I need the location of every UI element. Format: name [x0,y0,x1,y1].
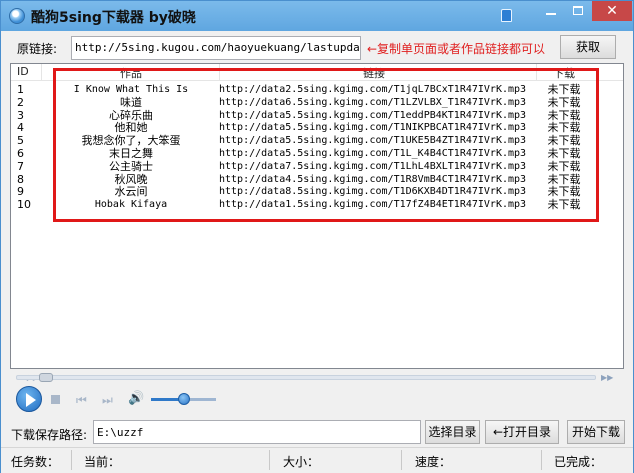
row-link: http://data5.5sing.kgimg.com/T1eddPB4KT1… [219,109,527,121]
row-status: 未下载 [547,159,581,173]
maximize-icon [573,6,583,15]
close-icon: ✕ [606,3,618,19]
volume-icon[interactable]: 🔊 [128,391,144,406]
previous-button[interactable]: ⏮ [76,393,87,408]
column-header-link[interactable]: 链接 [219,65,529,81]
status-done: 已完成： [554,455,603,469]
status-divider [541,450,542,470]
row-status: 未下载 [547,83,581,96]
column-header-name[interactable]: 作品 [56,65,206,81]
table-row[interactable]: 6 末日之舞 http://data5.5sing.kgimg.com/T1L_K4… [11,148,623,160]
table-row[interactable]: 4 他和她 http://data5.5sing.kgimg.com/T1NIKPB… [11,122,623,134]
row-id: 4 [17,121,24,135]
header-divider[interactable] [41,64,42,80]
play-icon [26,393,36,407]
status-bar: 任务数： 当前： 大小： 速度： 已完成： [1,447,633,473]
url-input[interactable]: http://5sing.kugou.com/haoyuekuang/lastu… [71,36,361,60]
row-link: http://data8.5sing.kgimg.com/T1D6KXB4DT1… [219,186,527,198]
row-name: 水云间 [114,185,148,199]
status-divider [269,450,270,470]
window-title: 酷狗5sing下载器 by破晓 [31,10,196,26]
row-status: 未下载 [547,185,581,199]
minimize-icon [546,13,556,15]
row-link: http://data6.5sing.kgimg.com/T1LZVLBX_T1… [219,96,527,108]
next-button[interactable]: ⏭ [102,393,113,408]
row-id: 1 [17,83,24,96]
row-name: 味道 [120,95,142,109]
status-current: 当前： [84,455,121,469]
row-name: 公主骑士 [109,159,153,173]
save-path-input[interactable]: E:\uzzf [93,420,421,444]
row-status: 未下载 [547,108,581,122]
status-divider [71,450,72,470]
row-id: 9 [17,185,24,199]
title-bar[interactable]: 酷狗5sing下载器 by破晓 ✕ [1,1,633,31]
row-link: http://data5.5sing.kgimg.com/T1UKE5B4ZT1… [219,135,527,147]
status-divider [401,450,402,470]
choose-folder-button[interactable]: 选择目录 [425,420,480,444]
maximize-button[interactable] [565,1,591,21]
minimize-button[interactable] [538,1,564,21]
row-link: http://data2.5sing.kgimg.com/T1jqL7BCxT1… [219,84,527,95]
row-status: 未下载 [547,121,581,135]
row-id: 3 [17,108,24,122]
row-name: 末日之舞 [109,147,153,160]
row-name: 他和她 [114,121,148,135]
row-name: 心碎乐曲 [109,108,153,122]
row-status: 未下载 [547,172,581,186]
url-label: 原链接: [17,42,58,56]
url-hint: ←复制单页面或者作品链接都可以 [367,42,546,56]
progress-knob[interactable] [39,373,53,382]
save-path-label: 下载保存路径: [11,428,88,442]
skin-button[interactable] [498,6,514,24]
volume-knob[interactable] [178,393,190,405]
table-row[interactable]: 9 水云间 http://data8.5sing.kgimg.com/T1D6KXB… [11,186,623,198]
status-size: 大小： [283,455,320,469]
table-row[interactable]: 10 Hobak Kifaya http://data1.5sing.kgimg.c… [11,199,623,211]
song-list[interactable]: ID 作品 链接 下载 1 I Know What This Is http://d… [10,63,624,369]
app-icon [9,8,25,24]
progress-track[interactable] [16,375,596,380]
row-id: 5 [17,134,24,148]
row-status: 未下载 [547,198,581,212]
row-name: 秋风晚 [114,172,148,186]
table-row[interactable]: 3 心碎乐曲 http://data5.5sing.kgimg.com/T1eddP… [11,108,623,122]
row-link: http://data5.5sing.kgimg.com/T1L_K4B4CT1… [219,148,527,159]
row-id: 6 [17,147,24,160]
status-tasks: 任务数： [11,455,60,469]
table-row[interactable]: 2 味道 http://data6.5sing.kgimg.com/T1LZVLBX… [11,95,623,109]
table-row[interactable]: 1 I Know What This Is http://data2.5sing.k… [11,84,623,96]
header-divider[interactable] [536,64,537,80]
row-id: 2 [17,95,24,109]
row-name: 我想念你了，大笨蛋 [81,134,181,148]
row-id: 7 [17,159,24,173]
row-name: Hobak Kifaya [94,199,168,211]
row-link: http://data7.5sing.kgimg.com/T1LhL4BXLT1… [219,160,527,172]
fetch-button[interactable]: 获取 [560,35,616,59]
play-button[interactable] [16,386,42,412]
column-header-id[interactable]: ID [17,65,29,78]
row-id: 8 [17,172,24,186]
shirt-icon [501,9,512,22]
column-header-status[interactable]: 下载 [544,65,584,81]
row-name: I Know What This Is [73,84,189,95]
app-window: 酷狗5sing下载器 by破晓 ✕ 原链接: http://5sing.kugo… [0,0,634,473]
row-link: http://data5.5sing.kgimg.com/T1NIKPBCAT1… [219,122,527,134]
row-link: http://data1.5sing.kgimg.com/T17fZ4B4ET1… [219,199,527,211]
table-row[interactable]: 5 我想念你了，大笨蛋 http://data5.5sing.kgimg.com/T… [11,135,623,147]
table-row[interactable]: 8 秋风晚 http://data4.5sing.kgimg.com/T1R8VmB… [11,172,623,186]
stop-button[interactable] [51,395,60,404]
status-speed: 速度： [415,455,452,469]
row-status: 未下载 [547,147,581,160]
list-header: ID 作品 链接 下载 [11,64,623,81]
row-link: http://data4.5sing.kgimg.com/T1R8VmB4CT1… [219,173,527,185]
row-status: 未下载 [547,134,581,148]
row-status: 未下载 [547,95,581,109]
close-button[interactable]: ✕ [592,1,632,21]
row-id: 10 [17,198,31,212]
seek-forward-icon[interactable]: ▶▶ [601,373,613,382]
open-folder-button[interactable]: ←打开目录 [485,420,559,444]
table-row[interactable]: 7 公主骑士 http://data7.5sing.kgimg.com/T1LhL4… [11,159,623,173]
start-download-button[interactable]: 开始下载 [567,420,625,444]
